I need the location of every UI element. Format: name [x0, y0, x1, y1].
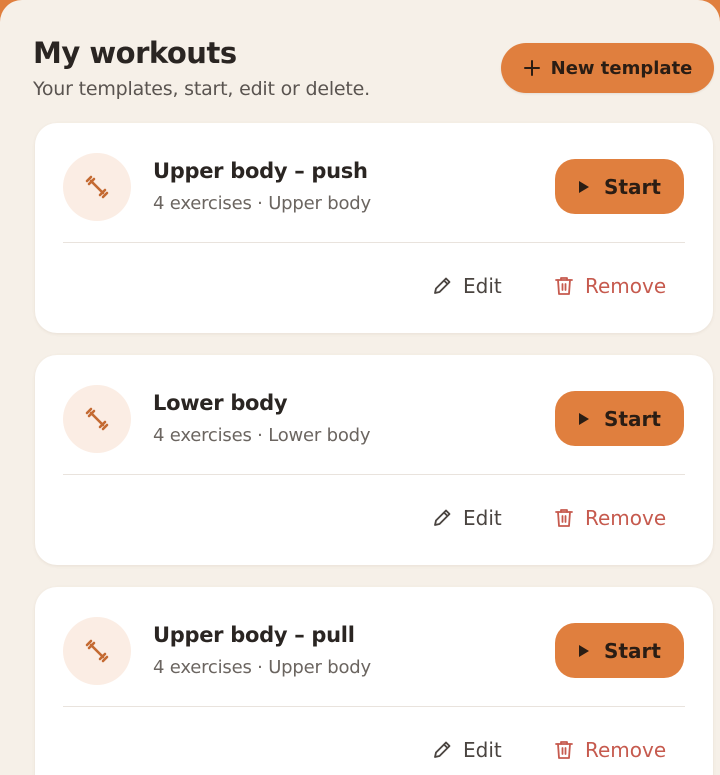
trash-icon — [555, 509, 573, 527]
workout-icon-badge — [63, 385, 131, 453]
page-title: My workouts — [33, 36, 237, 70]
dumbbell-icon — [85, 175, 109, 199]
workout-title: Upper body – push — [153, 159, 368, 183]
workout-meta: 4 exercises · Upper body — [153, 193, 371, 214]
workout-card: Lower body 4 exercises · Lower body Star… — [35, 355, 713, 565]
workout-icon-badge — [63, 153, 131, 221]
page-header: My workouts Your templates, start, edit … — [33, 36, 720, 106]
trash-icon — [555, 277, 573, 295]
pencil-icon — [434, 741, 451, 758]
remove-button[interactable]: Remove — [553, 271, 666, 301]
workout-title: Lower body — [153, 391, 288, 415]
edit-button[interactable]: Edit — [431, 735, 502, 765]
edit-button[interactable]: Edit — [431, 503, 502, 533]
workout-meta: 4 exercises · Lower body — [153, 425, 371, 446]
remove-label: Remove — [585, 274, 667, 298]
start-button[interactable]: Start — [555, 623, 684, 678]
play-icon — [579, 180, 590, 193]
workout-card: Upper body – pull 4 exercises · Upper bo… — [35, 587, 713, 775]
remove-label: Remove — [585, 506, 667, 530]
start-label: Start — [604, 174, 661, 199]
edit-label: Edit — [463, 274, 502, 298]
edit-label: Edit — [463, 506, 502, 530]
new-template-button[interactable]: New template — [501, 43, 714, 93]
remove-button[interactable]: Remove — [553, 735, 666, 765]
edit-label: Edit — [463, 738, 502, 762]
workout-title: Upper body – pull — [153, 623, 355, 647]
card-divider — [63, 474, 685, 475]
workout-card: Upper body – push 4 exercises · Upper bo… — [35, 123, 713, 333]
play-icon — [579, 412, 590, 425]
trash-icon — [555, 741, 573, 759]
start-button[interactable]: Start — [555, 159, 684, 214]
workout-meta: 4 exercises · Upper body — [153, 657, 371, 678]
pencil-icon — [434, 509, 451, 526]
plus-icon — [523, 60, 540, 76]
play-icon — [579, 644, 590, 657]
dumbbell-icon — [85, 639, 109, 663]
start-label: Start — [604, 406, 661, 431]
new-template-label: New template — [550, 57, 693, 79]
start-label: Start — [604, 638, 661, 663]
workout-icon-badge — [63, 617, 131, 685]
dumbbell-icon — [85, 407, 109, 431]
pencil-icon — [434, 277, 451, 294]
edit-button[interactable]: Edit — [431, 271, 502, 301]
remove-label: Remove — [585, 738, 667, 762]
page-subtitle: Your templates, start, edit or delete. — [33, 78, 370, 100]
card-divider — [63, 242, 685, 243]
workouts-panel: My workouts Your templates, start, edit … — [0, 0, 720, 775]
start-button[interactable]: Start — [555, 391, 684, 446]
card-divider — [63, 706, 685, 707]
remove-button[interactable]: Remove — [553, 503, 666, 533]
